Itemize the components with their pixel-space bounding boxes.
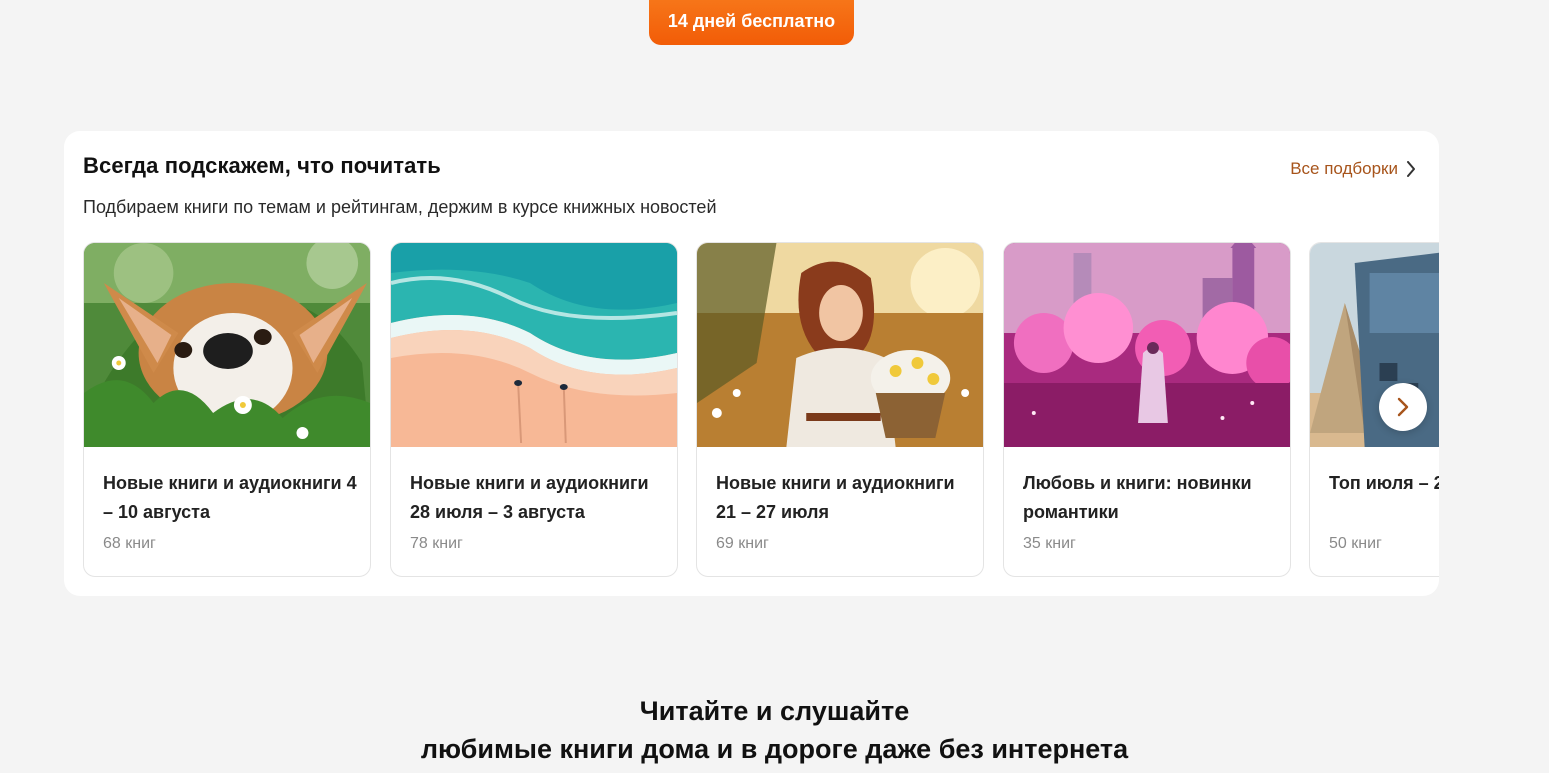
promo-heading: Читайте и слушайте любимые книги дома и …	[0, 692, 1549, 768]
section-subtitle: Подбираем книги по темам и рейтингам, де…	[83, 197, 717, 217]
promo-heading-line1: Читайте и слушайте	[639, 696, 910, 726]
collection-title: Топ июля – 2	[1329, 473, 1439, 493]
collection-count: 35 книг	[1023, 535, 1076, 552]
free-trial-button[interactable]: 14 дней бесплатно	[649, 0, 854, 45]
collection-card[interactable]: Новые книги и аудиокниги 4 – 10 августа …	[83, 242, 371, 577]
collection-image	[697, 243, 983, 447]
collection-title: Любовь и книги: новинки романтики	[1023, 473, 1252, 522]
chevron-right-icon	[1407, 161, 1415, 177]
section-title: Всегда подскажем, что почитать	[83, 153, 441, 178]
collection-card[interactable]: Новые книги и аудиокниги 28 июля – 3 авг…	[390, 242, 678, 577]
collection-image	[84, 243, 370, 447]
recommendations-panel: Всегда подскажем, что почитать Подбираем…	[64, 131, 1439, 596]
chevron-right-icon	[1397, 397, 1409, 417]
cta-area: 14 дней бесплатно	[0, 0, 1549, 60]
collection-image	[391, 243, 677, 447]
all-collections-label: Все подборки	[1290, 159, 1398, 178]
all-collections-link[interactable]: Все подборки	[1290, 159, 1416, 179]
collection-count: 69 книг	[716, 535, 769, 552]
collection-count: 78 книг	[410, 535, 463, 552]
collection-card[interactable]: Любовь и книги: новинки романтики 35 кни…	[1003, 242, 1291, 577]
collection-title: Новые книги и аудиокниги 4 – 10 августа	[103, 473, 357, 522]
collection-title: Новые книги и аудиокниги 21 – 27 июля	[716, 473, 955, 522]
collections-carousel: Новые книги и аудиокниги 4 – 10 августа …	[83, 242, 1439, 578]
carousel-next-button[interactable]	[1379, 383, 1427, 431]
collection-title: Новые книги и аудиокниги 28 июля – 3 авг…	[410, 473, 649, 522]
collection-count: 50 книг	[1329, 535, 1382, 552]
collection-count: 68 книг	[103, 535, 156, 552]
collection-image	[1004, 243, 1290, 447]
collection-card[interactable]: Новые книги и аудиокниги 21 – 27 июля 69…	[696, 242, 984, 577]
promo-heading-line2: любимые книги дома и в дороге даже без и…	[420, 734, 1129, 764]
